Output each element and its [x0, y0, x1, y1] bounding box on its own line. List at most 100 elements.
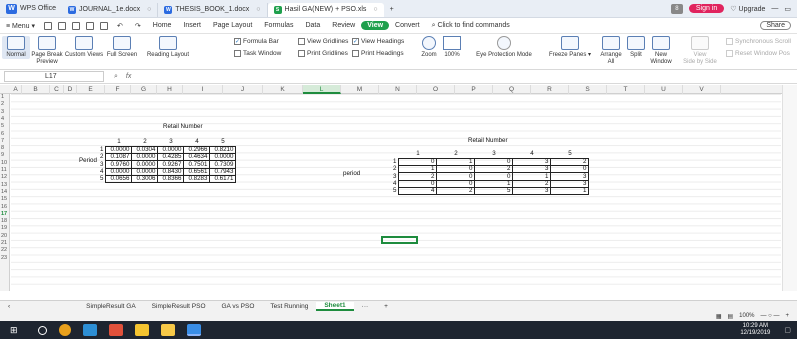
table-cell[interactable]: 0.4634 [183, 153, 211, 162]
row-header-4[interactable]: 4 [0, 116, 10, 123]
column-header-a[interactable]: A [10, 85, 22, 94]
table-cell[interactable]: 1 [550, 186, 590, 196]
row-header-12[interactable]: 12 [0, 174, 10, 181]
column-header-m[interactable]: M [341, 85, 379, 94]
app-logo[interactable]: W WPS Office [0, 0, 62, 18]
zoom-button[interactable]: Zoom [418, 36, 440, 59]
view-headings-checkbox[interactable]: ✓ View Headings [352, 38, 404, 45]
presentation-icon[interactable] [108, 324, 123, 336]
row-header-20[interactable]: 20 [0, 233, 10, 240]
row-header-23[interactable]: 23 [0, 255, 10, 262]
print-gridlines-checkbox[interactable]: Print Gridlines [298, 50, 348, 57]
column-header-b[interactable]: B [22, 85, 50, 94]
column-header-h[interactable]: H [157, 85, 183, 94]
sheet-tab-simpleresult-pso[interactable]: SimpleResult PSO [144, 303, 214, 310]
table-cell[interactable]: 2 [474, 165, 514, 174]
row-header-14[interactable]: 14 [0, 189, 10, 196]
table-cell[interactable]: 1 [398, 165, 438, 174]
row-header-8[interactable]: 8 [0, 145, 10, 152]
doc-tab-hasil-ga[interactable]: S Hasil GA(NEW) + PSO.xls ○ [267, 2, 384, 17]
column-header-l[interactable]: L [303, 85, 341, 94]
selected-cell-l17[interactable] [381, 236, 418, 244]
sign-in-button[interactable]: Sign in [688, 4, 725, 13]
table-cell[interactable]: 0 [436, 165, 476, 174]
upgrade-button[interactable]: ♡ Upgrade [730, 5, 765, 13]
menu-review[interactable]: Review [326, 22, 361, 29]
column-header-o[interactable]: O [417, 85, 455, 94]
menu-convert[interactable]: Convert [389, 22, 426, 29]
chrome-icon[interactable] [58, 324, 71, 336]
sheet-tab-test-running[interactable]: Test Running [262, 303, 316, 310]
menu-home[interactable]: Home [147, 22, 178, 29]
eye-protection-button[interactable]: Eye Protection Mode [472, 36, 536, 59]
file-explorer-icon[interactable] [134, 324, 149, 336]
normal-view-status-icon[interactable]: ▦ [716, 313, 722, 320]
add-sheet-icon[interactable]: + [376, 303, 396, 310]
table-cell[interactable]: 0.8283 [183, 174, 211, 184]
sheet-tab-ga-vs-pso[interactable]: GA vs PSO [214, 303, 263, 310]
app-icon[interactable] [82, 324, 97, 336]
menu-view[interactable]: View [361, 21, 390, 30]
system-clock[interactable]: 10:29 AM 12/19/2019 [740, 323, 784, 337]
sticky-notes-icon[interactable] [160, 324, 175, 336]
task-window-checkbox[interactable]: Task Window [234, 50, 281, 57]
row-header-1[interactable]: 1 [0, 94, 10, 101]
column-header-r[interactable]: R [531, 85, 569, 94]
undo-icon[interactable]: ↶ [111, 22, 129, 30]
name-box[interactable]: L17 [4, 71, 104, 82]
row-header-6[interactable]: 6 [0, 131, 10, 138]
zoom-formula-icon[interactable]: ⌕ [114, 73, 118, 81]
menu-button[interactable]: ≡ Menu ▾ [0, 22, 41, 30]
normal-view-button[interactable]: Normal [2, 36, 30, 59]
row-header-19[interactable]: 19 [0, 225, 10, 232]
open-icon[interactable] [44, 21, 53, 30]
share-button[interactable]: Share [760, 21, 791, 30]
column-header-k[interactable]: K [263, 85, 303, 94]
table-cell[interactable]: 3 [512, 186, 552, 196]
table-cell[interactable]: 4 [398, 186, 438, 196]
row-header-22[interactable]: 22 [0, 247, 10, 254]
restore-icon[interactable]: ▭ [784, 5, 791, 13]
row-header-11[interactable]: 11 [0, 167, 10, 174]
column-header-v[interactable]: V [683, 85, 721, 94]
freeze-panes-button[interactable]: Freeze Panes ▾ [546, 36, 594, 59]
column-header-i[interactable]: I [183, 85, 223, 94]
view-gridlines-checkbox[interactable]: View Gridlines [298, 38, 348, 45]
full-screen-button[interactable]: Full Screen [106, 36, 138, 59]
side-by-side-button[interactable]: View Side by Side [683, 36, 717, 66]
page-view-status-icon[interactable]: ▤ [727, 313, 733, 320]
page-break-preview-button[interactable]: Page Break Preview [31, 36, 63, 66]
close-icon[interactable]: ○ [373, 6, 377, 13]
column-header-d[interactable]: D [64, 85, 77, 94]
zoom-slider[interactable]: — ○ — [761, 313, 780, 319]
sheet-tab-simpleresult-ga[interactable]: SimpleResult GA [78, 303, 144, 310]
minimize-icon[interactable]: — [771, 5, 778, 12]
row-header-7[interactable]: 7 [0, 138, 10, 145]
wps-taskbar-icon[interactable] [186, 324, 201, 336]
new-tab-button[interactable]: + [384, 3, 400, 17]
print-preview-icon[interactable] [100, 21, 109, 30]
column-header-t[interactable]: T [607, 85, 645, 94]
table-cell[interactable]: 0.8366 [157, 174, 185, 184]
column-header-q[interactable]: Q [493, 85, 531, 94]
save-icon[interactable] [58, 21, 67, 30]
table-cell[interactable]: 0.0656 [105, 174, 133, 184]
formula-input[interactable] [135, 71, 793, 82]
column-header-c[interactable]: C [50, 85, 64, 94]
row-header-18[interactable]: 18 [0, 218, 10, 225]
column-header-u[interactable]: U [645, 85, 683, 94]
search-icon[interactable] [37, 325, 47, 335]
row-header-9[interactable]: 9 [0, 152, 10, 159]
table-cell[interactable]: 0.0000 [131, 153, 159, 162]
prev-sheet-icon[interactable]: ‹ [0, 303, 18, 310]
sheet-tab-sheet1[interactable]: Sheet1 [316, 301, 354, 311]
menu-page-layout[interactable]: Page Layout [207, 22, 258, 29]
table-cell[interactable]: 0.1087 [105, 153, 133, 162]
close-icon[interactable]: ○ [147, 6, 151, 13]
split-button[interactable]: Split [626, 36, 646, 59]
row-header-5[interactable]: 5 [0, 123, 10, 130]
zoom-in-icon[interactable]: + [785, 313, 789, 319]
table-cell[interactable]: 0.0000 [209, 153, 237, 162]
column-header-g[interactable]: G [131, 85, 157, 94]
doc-tab-journal[interactable]: W JOURNAL_1e.docx ○ [62, 2, 159, 17]
